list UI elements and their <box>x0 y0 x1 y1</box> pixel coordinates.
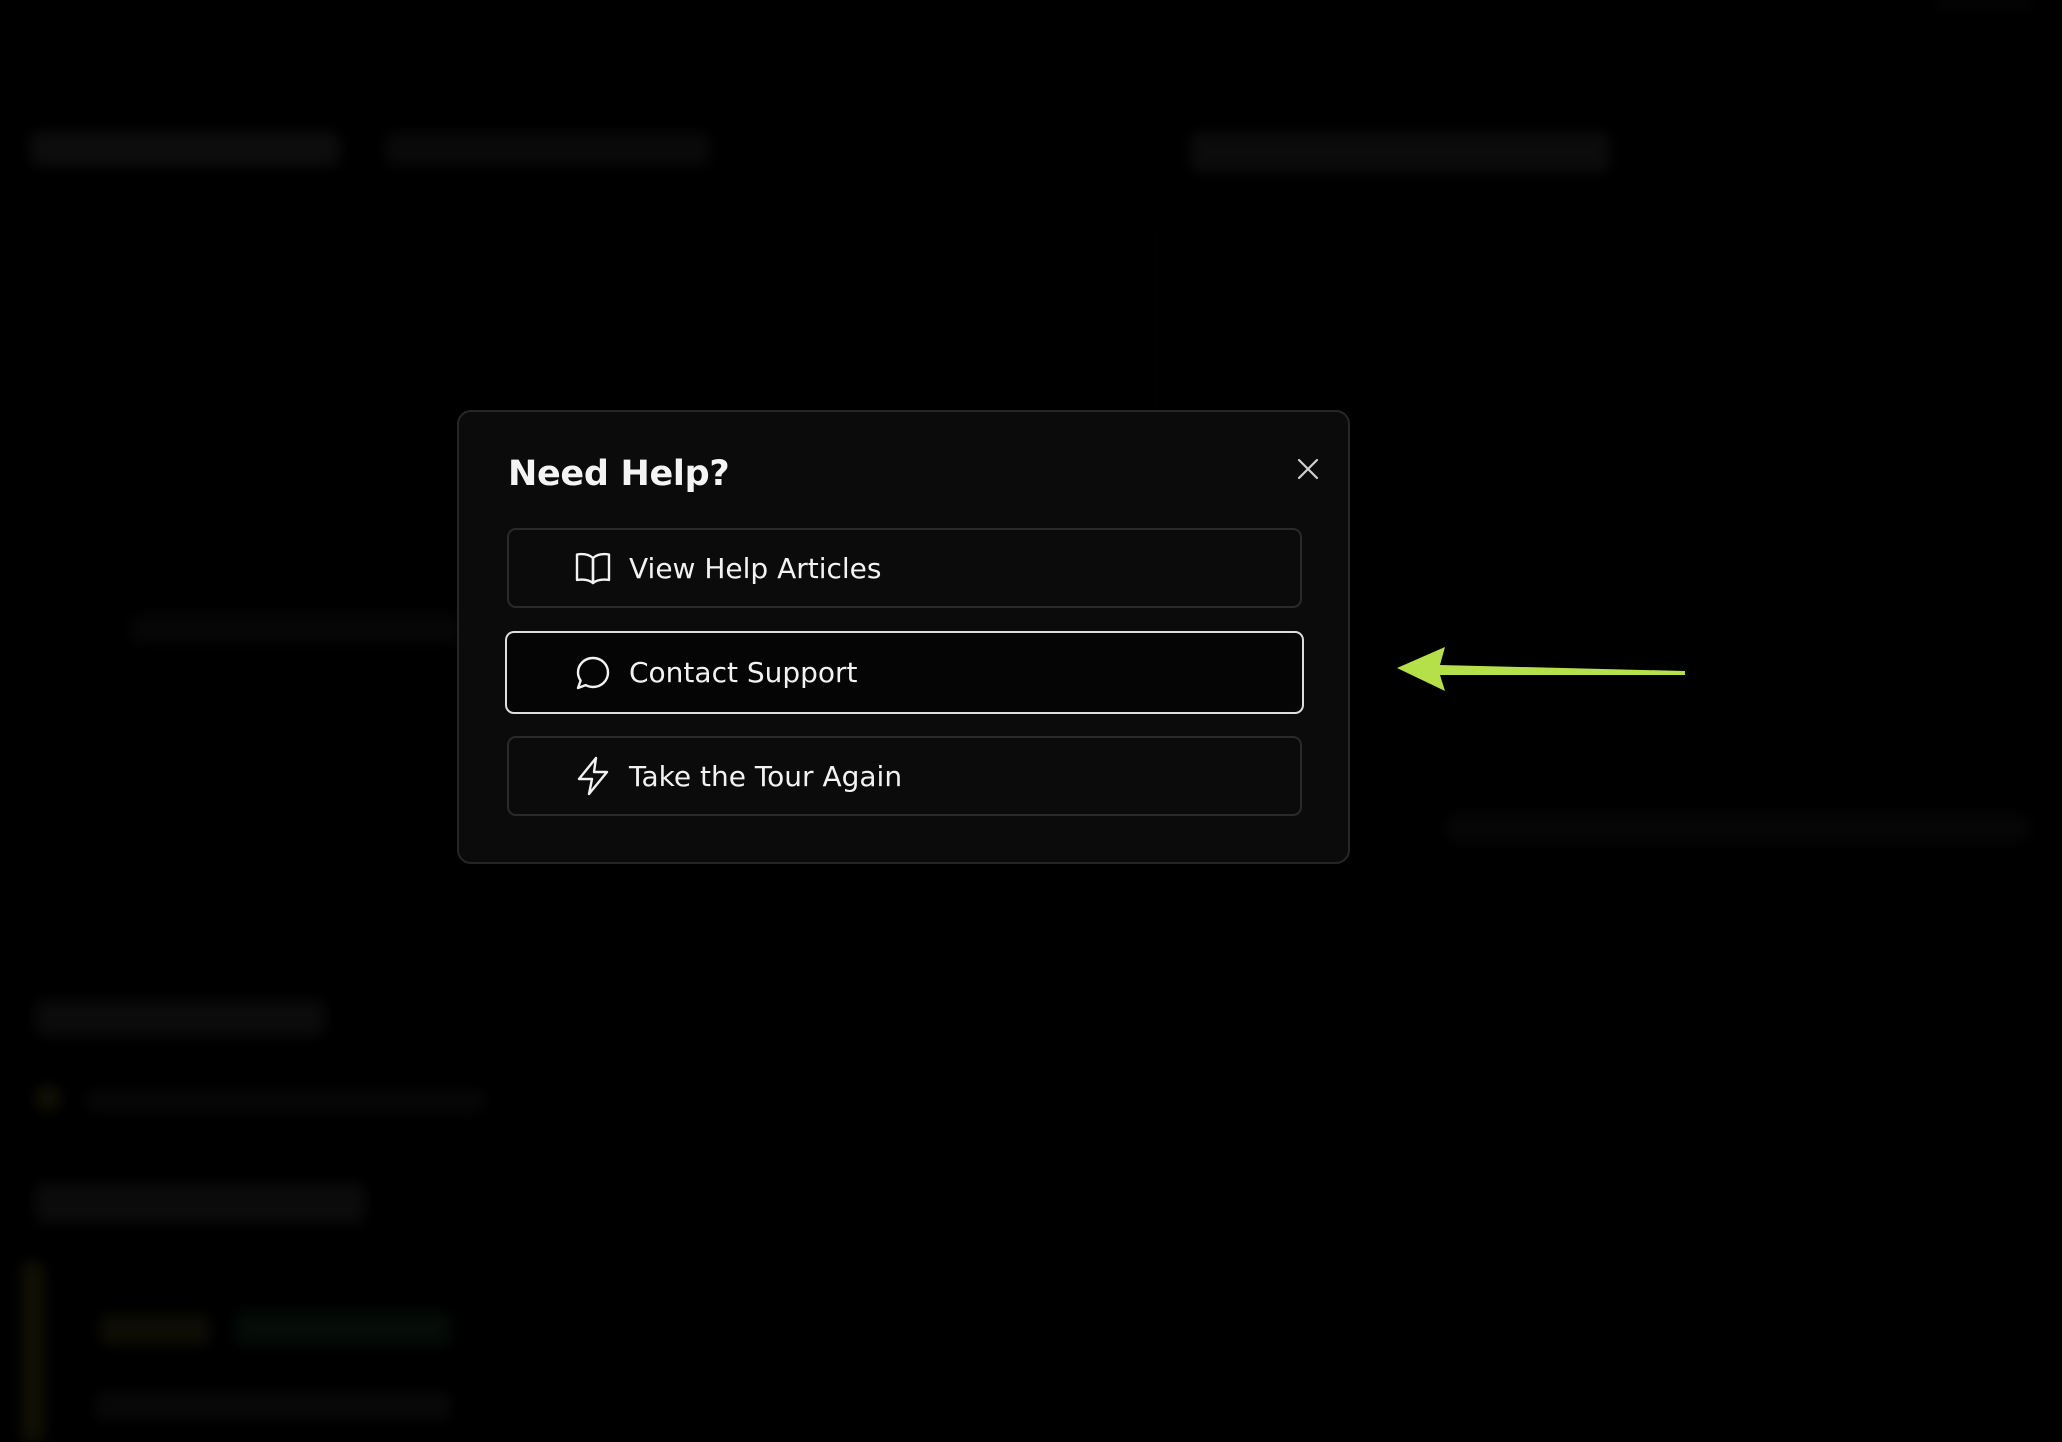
message-circle-icon <box>573 653 613 693</box>
contact-support-option[interactable]: Contact Support <box>505 631 1304 714</box>
take-tour-again-option[interactable]: Take the Tour Again <box>507 736 1302 816</box>
app-screen: Need Help? View Help Articles Contact Su <box>0 0 2062 1442</box>
dialog-title: Need Help? <box>508 454 730 494</box>
close-button[interactable] <box>1285 446 1331 492</box>
arrow-left-icon <box>1397 647 1685 691</box>
close-icon <box>1297 458 1319 480</box>
option-label: View Help Articles <box>629 551 882 585</box>
option-label: Contact Support <box>629 656 858 689</box>
help-dialog: Need Help? View Help Articles Contact Su <box>457 410 1350 864</box>
book-open-icon <box>573 548 613 588</box>
view-help-articles-option[interactable]: View Help Articles <box>507 528 1302 608</box>
lightning-icon <box>573 756 613 796</box>
option-label: Take the Tour Again <box>629 759 903 793</box>
